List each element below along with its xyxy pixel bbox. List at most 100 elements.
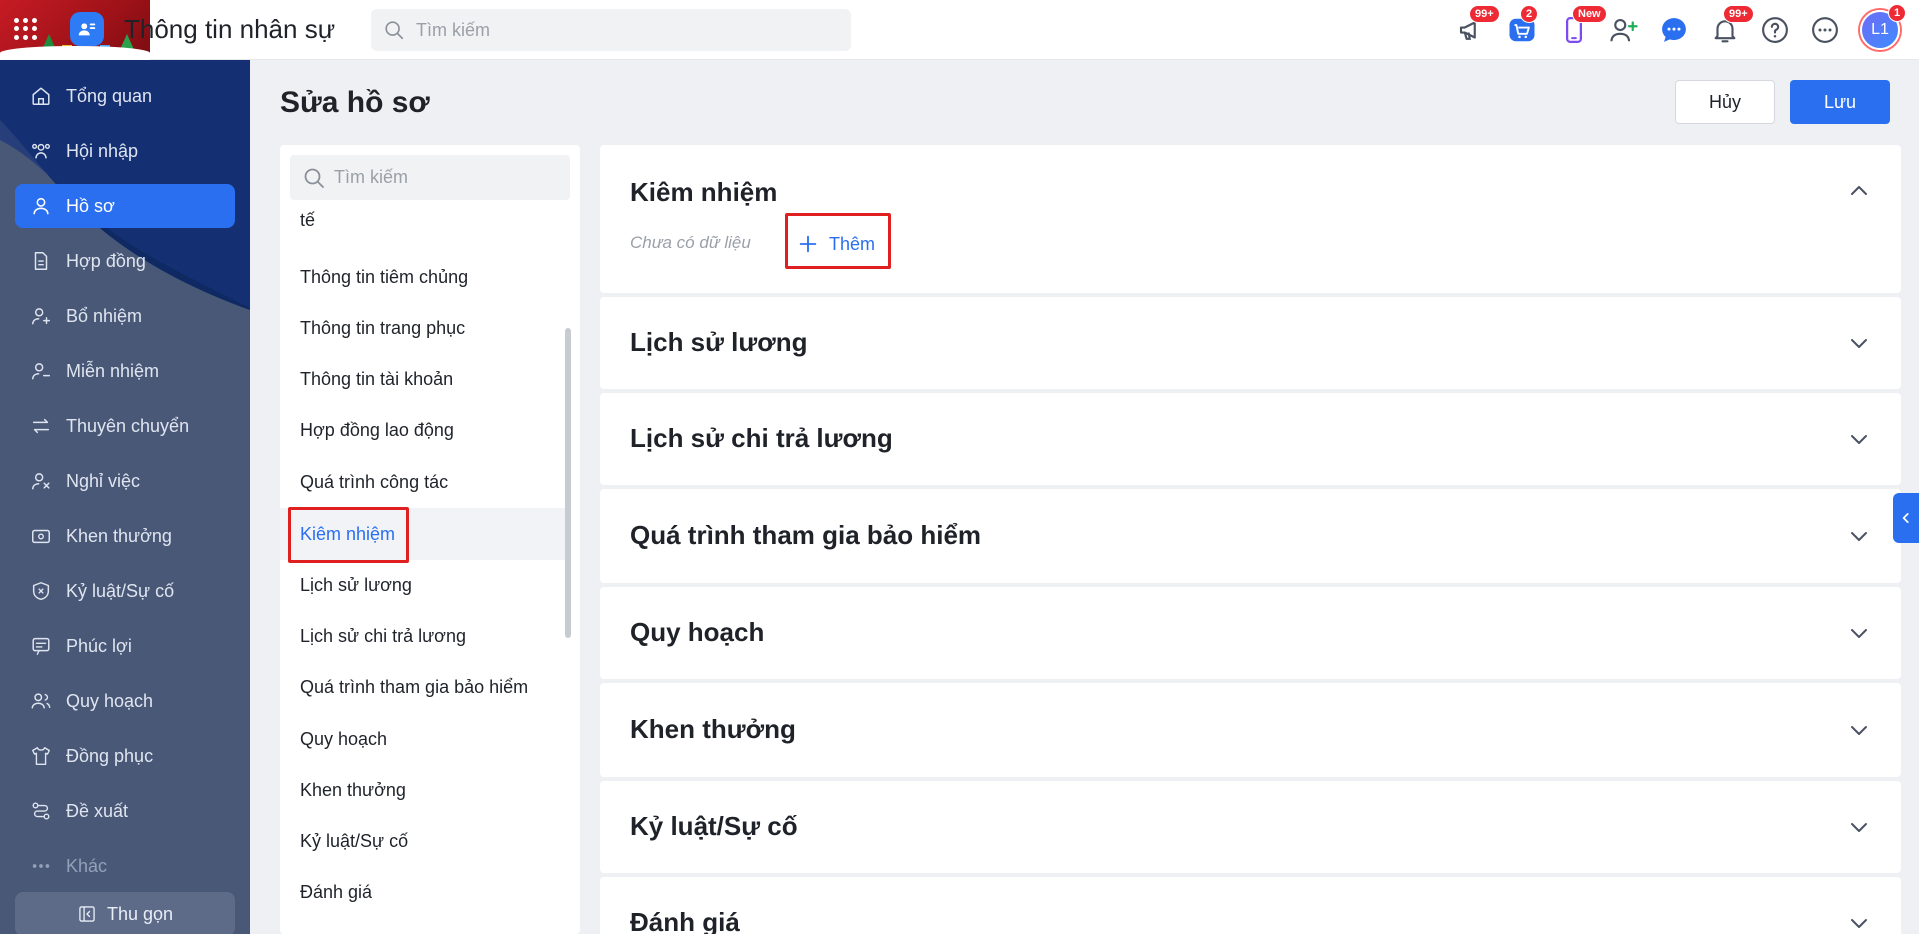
shirt-icon: [29, 744, 53, 768]
planning-icon: [29, 689, 53, 713]
user-minus-icon: [29, 359, 53, 383]
sidebar-item-transfer[interactable]: Thuyên chuyển: [15, 404, 235, 448]
chevron-down-icon[interactable]: [1847, 718, 1871, 742]
user-plus-icon: [29, 304, 53, 328]
section-title: Quy hoạch: [630, 617, 765, 647]
document-icon: [29, 249, 53, 273]
sidebar-item-resignation[interactable]: Nghỉ việc: [15, 459, 235, 503]
app-title: Thông tin nhân sự: [124, 14, 336, 44]
sidebar-item-label: Khen thưởng: [66, 525, 172, 546]
section-title: Lịch sử chi trả lương: [630, 423, 893, 453]
sidebar-item-label: Miễn nhiệm: [66, 360, 160, 381]
nav-item-insurance-history[interactable]: Quá trình tham gia bảo hiểm: [280, 662, 565, 712]
nav-scrollbar[interactable]: [565, 328, 571, 638]
add-button[interactable]: Thêm: [785, 217, 887, 271]
profile-sections: Kiêm nhiệm Chưa có dữ liệu Thêm Lịch sử …: [600, 145, 1901, 934]
nav-item-vaccination[interactable]: Thông tin tiêm chủng: [280, 252, 565, 302]
nav-item-account-info[interactable]: Thông tin tài khoản: [280, 354, 565, 404]
help-button[interactable]: [1757, 12, 1793, 48]
section-title: Lịch sử lương: [630, 327, 808, 357]
user-icon: [29, 194, 53, 218]
chevron-down-icon[interactable]: [1847, 911, 1871, 934]
sidebar-item-appointment[interactable]: Bổ nhiệm: [15, 294, 235, 338]
nav-item-salary-payment-history[interactable]: Lịch sử chi trả lương: [280, 611, 565, 661]
section-title: Kiêm nhiệm: [630, 177, 778, 207]
nav-item-discipline[interactable]: Kỷ luật/Sự cố: [280, 816, 565, 866]
chevron-down-icon[interactable]: [1847, 427, 1871, 451]
chevron-down-icon[interactable]: [1847, 331, 1871, 355]
section-salary-payment-history[interactable]: Lịch sử chi trả lương: [600, 393, 1901, 485]
more-options-button[interactable]: [1807, 12, 1843, 48]
sidebar-item-reward[interactable]: Khen thưởng: [15, 514, 235, 558]
cancel-button[interactable]: Hủy: [1675, 80, 1775, 124]
proposal-icon: [29, 799, 53, 823]
megaphone-button[interactable]: 99+: [1453, 5, 1500, 48]
sidebar-item-onboarding[interactable]: Hội nhập: [15, 129, 235, 173]
sidebar-item-profile[interactable]: Hồ sơ: [15, 184, 235, 228]
nav-item-salary-history[interactable]: Lịch sử lương: [280, 560, 565, 610]
save-button[interactable]: Lưu: [1790, 80, 1890, 124]
sidebar-item-label: Nghỉ việc: [66, 470, 141, 491]
search-icon: [304, 168, 324, 188]
chevron-down-icon[interactable]: [1847, 621, 1871, 645]
nav-item-medical[interactable]: tế: [280, 200, 565, 240]
section-discipline[interactable]: Kỷ luật/Sự cố: [600, 781, 1901, 873]
app-grid-icon[interactable]: [14, 18, 40, 40]
sidebar-item-discipline[interactable]: Kỷ luật/Sự cố: [15, 569, 235, 613]
nav-item-labor-contract[interactable]: Hợp đồng lao động: [280, 405, 565, 455]
help-icon: [1762, 17, 1788, 43]
chevron-down-icon[interactable]: [1847, 524, 1871, 548]
section-title: Quá trình tham gia bảo hiểm: [630, 520, 982, 550]
nav-item-concurrent-position[interactable]: Kiêm nhiệm: [280, 508, 565, 560]
sidebar-item-other[interactable]: Khác: [15, 844, 235, 888]
section-search[interactable]: [290, 155, 570, 200]
side-panel-toggle[interactable]: [1893, 493, 1919, 543]
user-x-icon: [29, 469, 53, 493]
global-search-input[interactable]: [416, 9, 836, 51]
section-title: Khen thưởng: [630, 714, 796, 744]
section-insurance-history[interactable]: Quá trình tham gia bảo hiểm: [600, 489, 1901, 583]
sidebar-item-label: Bổ nhiệm: [66, 305, 143, 326]
notifications-button[interactable]: 99+: [1707, 5, 1754, 48]
sidebar-item-proposal[interactable]: Đề xuất: [15, 789, 235, 833]
more-horizontal-icon: [1812, 17, 1838, 43]
nav-item-uniform-info[interactable]: Thông tin trang phục: [280, 303, 565, 353]
app-logo-icon[interactable]: [70, 12, 104, 46]
new-badge: New: [1572, 5, 1607, 23]
add-user-button[interactable]: [1606, 12, 1642, 48]
more-icon: [29, 854, 53, 878]
sidebar-item-dismissal[interactable]: Miễn nhiệm: [15, 349, 235, 393]
collapse-sidebar-button[interactable]: Thu gọn: [15, 892, 235, 934]
shield-icon: [29, 579, 53, 603]
sidebar-item-uniform[interactable]: Đồng phục: [15, 734, 235, 778]
section-salary-history[interactable]: Lịch sử lương: [600, 297, 1901, 389]
nav-item-work-history[interactable]: Quá trình công tác: [280, 457, 565, 507]
nav-item-evaluation[interactable]: Đánh giá: [280, 867, 565, 917]
cart-button[interactable]: 2: [1504, 5, 1540, 48]
sidebar-item-contract[interactable]: Hợp đồng: [15, 239, 235, 283]
section-search-input[interactable]: [334, 155, 564, 200]
nav-item-planning[interactable]: Quy hoạch: [280, 714, 565, 764]
section-evaluation[interactable]: Đánh giá: [600, 877, 1901, 934]
section-reward[interactable]: Khen thưởng: [600, 683, 1901, 777]
nav-item-reward[interactable]: Khen thưởng: [280, 765, 565, 815]
global-search[interactable]: [371, 9, 851, 51]
chevron-up-icon[interactable]: [1847, 179, 1871, 203]
chevron-left-icon: [1902, 513, 1909, 523]
chevron-down-icon[interactable]: [1847, 815, 1871, 839]
collapse-icon: [79, 906, 95, 922]
sidebar-item-label: Tổng quan: [66, 85, 153, 106]
sidebar-item-overview[interactable]: Tổng quan: [15, 74, 235, 118]
mobile-app-button[interactable]: New: [1556, 5, 1607, 48]
sidebar-item-planning[interactable]: Quy hoạch: [15, 679, 235, 723]
avatar-initials: L1: [1871, 21, 1889, 38]
chat-button[interactable]: [1656, 12, 1692, 48]
home-icon: [29, 84, 53, 108]
user-avatar[interactable]: L1 1: [1860, 4, 1907, 50]
page-title: Sửa hồ sơ: [280, 86, 430, 119]
collapse-label: Thu gọn: [106, 903, 174, 924]
section-planning[interactable]: Quy hoạch: [600, 587, 1901, 679]
sidebar-item-label: Hồ sơ: [66, 195, 115, 216]
sidebar-item-benefits[interactable]: Phúc lợi: [15, 624, 235, 668]
group-icon: [29, 139, 53, 163]
